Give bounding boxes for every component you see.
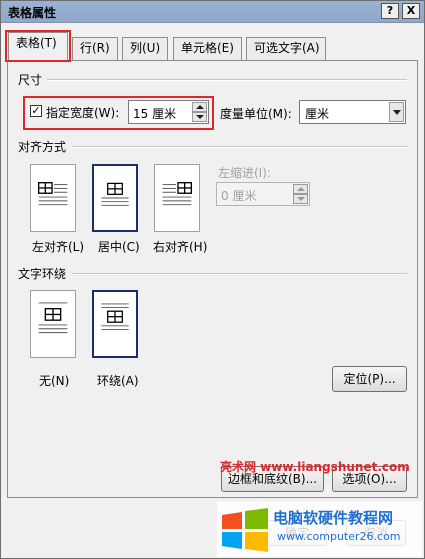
- tab-cell[interactable]: 单元格(E): [173, 37, 242, 60]
- alignment-divider: [72, 146, 407, 148]
- wrapping-divider: [72, 273, 407, 275]
- indent-input[interactable]: 0 厘米: [216, 182, 310, 206]
- wrap-none-option[interactable]: [30, 290, 76, 358]
- positioning-button[interactable]: 定位(P)...: [332, 366, 407, 392]
- table-properties-dialog: 表格属性 ? X 表格(T) 行(R) 列(U) 单元格(E) 可选文字(A) …: [0, 0, 425, 559]
- windows-logo-icon: [222, 508, 268, 552]
- indent-value: 0 厘米: [221, 189, 257, 203]
- tab-highlight-box: [5, 30, 71, 62]
- size-divider: [47, 79, 407, 81]
- align-center-option[interactable]: [92, 164, 138, 232]
- measure-in-value: 厘米: [305, 107, 330, 121]
- title-bar: 表格属性 ? X: [1, 1, 424, 23]
- spin-down-icon[interactable]: [293, 194, 308, 204]
- tab-column[interactable]: 列(U): [122, 37, 168, 60]
- watermark-site-name: 电脑软硬件教程网: [273, 509, 394, 527]
- width-highlight-box: [23, 96, 214, 130]
- help-button[interactable]: ?: [381, 3, 399, 19]
- align-center-icon: [101, 182, 129, 206]
- align-left-label: 左对齐(L): [32, 240, 85, 254]
- wrap-around-option[interactable]: [92, 290, 138, 358]
- measure-in-select[interactable]: 厘米: [299, 100, 406, 124]
- wrapping-heading: 文字环绕: [18, 267, 67, 281]
- indent-label: 左缩进(I):: [218, 166, 271, 180]
- tab-alt-text[interactable]: 可选文字(A): [246, 37, 326, 60]
- align-left-option[interactable]: [30, 164, 76, 232]
- close-button[interactable]: X: [402, 3, 420, 19]
- chevron-down-icon[interactable]: [389, 102, 404, 122]
- align-right-option[interactable]: [154, 164, 200, 232]
- wrap-around-icon: [101, 303, 129, 330]
- wrap-none-icon: [38, 302, 68, 334]
- alignment-heading: 对齐方式: [18, 140, 67, 154]
- measure-in-label: 度量单位(M):: [220, 107, 292, 121]
- align-right-icon: [162, 182, 193, 206]
- align-left-icon: [37, 182, 68, 206]
- tab-row[interactable]: 行(R): [72, 37, 118, 60]
- wrap-around-label: 环绕(A): [97, 374, 139, 388]
- spin-up-icon[interactable]: [293, 184, 308, 194]
- wrap-none-label: 无(N): [39, 374, 70, 388]
- align-right-label: 右对齐(H): [153, 240, 208, 254]
- dialog-title: 表格属性: [8, 6, 57, 20]
- watermark-text: 亮术网 www.liangshunet.com: [220, 460, 410, 474]
- indent-spin-buttons[interactable]: [293, 184, 308, 204]
- size-heading: 尺寸: [18, 73, 43, 87]
- watermark-url: www.computer26.com: [277, 530, 401, 543]
- align-center-label: 居中(C): [98, 240, 140, 254]
